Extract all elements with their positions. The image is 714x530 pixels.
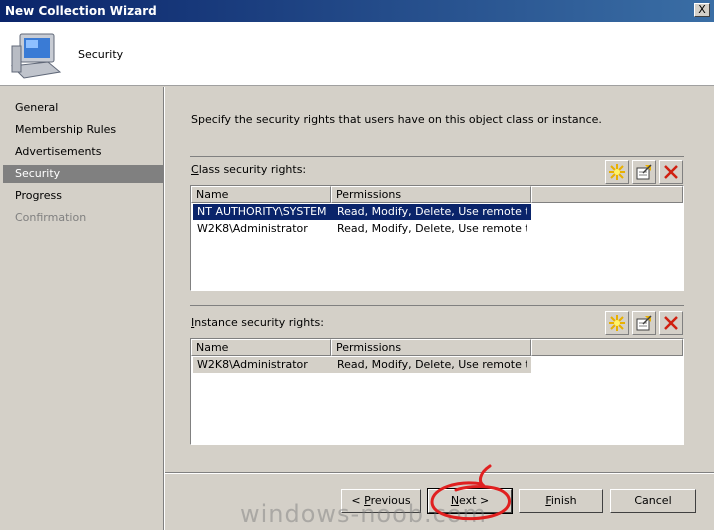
delete-class-right-button[interactable] [659,160,683,184]
list-item[interactable]: W2K8\Administrator Read, Modify, Delete,… [193,221,531,237]
new-star-icon [609,315,625,331]
instance-rights-list[interactable]: Name Permissions W2K8\Administrator Read… [190,338,684,445]
delete-instance-right-button[interactable] [659,311,683,335]
cancel-button[interactable]: Cancel [610,489,696,513]
row-name: NT AUTHORITY\SYSTEM [197,205,327,218]
nav-item-membership-rules: Membership Rules [15,123,117,136]
row-name: W2K8\Administrator [197,222,308,235]
column-header-name[interactable]: Name [191,186,331,203]
column-header-permissions[interactable]: Permissions [331,186,531,203]
finish-button[interactable]: Finish [519,489,603,513]
row-permissions: Read, Modify, Delete, Use remote t... [337,222,527,235]
nav-item-progress: Progress [15,189,62,202]
column-header-name[interactable]: Name [191,339,331,356]
class-rights-list[interactable]: Name Permissions NT AUTHORITY\SYSTEM Rea… [190,185,684,291]
properties-icon [636,164,652,180]
add-instance-right-button[interactable] [605,311,629,335]
class-rights-divider [190,156,684,157]
edit-instance-right-button[interactable] [632,311,656,335]
wizard-nav: General Membership Rules Advertisements … [3,87,163,527]
list-item[interactable]: NT AUTHORITY\SYSTEM Read, Modify, Delete… [193,204,531,220]
window-title: New Collection Wizard [5,4,157,18]
watermark: windows-noob.com [240,500,487,528]
row-permissions: Read, Modify, Delete, Use remote t... [337,205,527,218]
nav-divider [163,87,165,530]
close-icon: X [698,3,706,16]
delete-x-icon [664,316,678,330]
new-star-icon [609,164,625,180]
computer-icon [10,33,62,79]
delete-x-icon [664,165,678,179]
close-button[interactable]: X [694,3,710,17]
column-header-filler [531,186,683,203]
edit-class-right-button[interactable] [632,160,656,184]
properties-icon [636,315,652,331]
class-rights-label: Class security rights: [191,163,307,176]
row-permissions: Read, Modify, Delete, Use remote t... [337,358,527,371]
instance-rights-divider [190,305,684,306]
page-description: Specify the security rights that users h… [191,113,602,126]
list-item[interactable]: W2K8\Administrator Read, Modify, Delete,… [193,357,531,373]
nav-item-security: Security [3,165,163,183]
add-class-right-button[interactable] [605,160,629,184]
nav-item-advertisements: Advertisements [15,145,102,158]
column-header-filler [531,339,683,356]
class-rights-header: Name Permissions [191,186,683,203]
column-header-permissions[interactable]: Permissions [331,339,531,356]
instance-rights-header: Name Permissions [191,339,683,356]
wizard-header: Security [0,22,714,86]
footer-divider [165,472,714,474]
page-title: Security [78,48,124,61]
row-name: W2K8\Administrator [197,358,308,371]
title-bar: New Collection Wizard X [0,0,714,22]
nav-item-general: General [15,101,59,114]
instance-rights-label: Instance security rights: [191,316,324,329]
nav-item-confirmation: Confirmation [15,211,87,224]
